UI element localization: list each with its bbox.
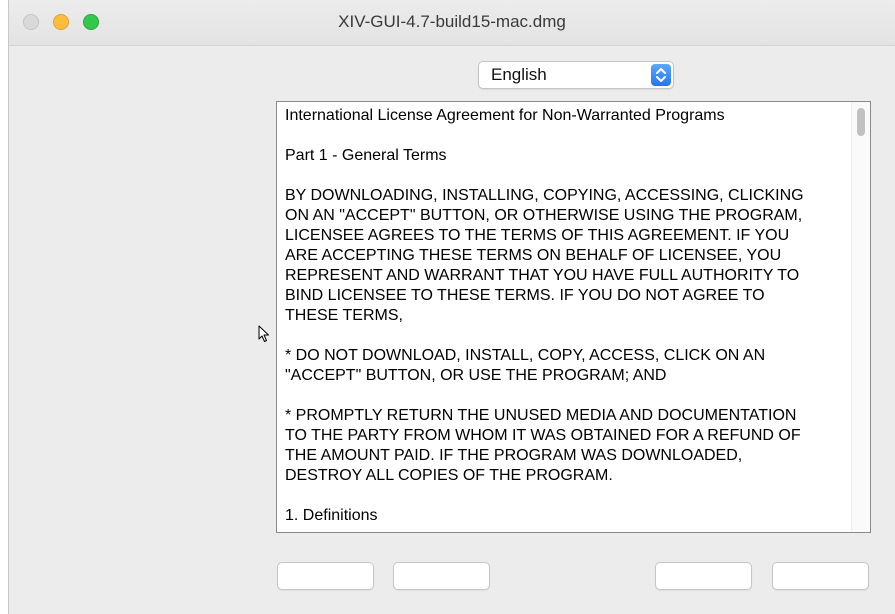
vertical-scrollbar[interactable] [851,102,870,532]
button-2[interactable] [393,562,490,590]
license-paragraph: 1. Definitions [285,507,378,524]
language-select-value: English [491,65,547,84]
title-bar[interactable]: XIV-GUI-4.7-build15-mac.dmg [9,0,895,46]
select-arrows-icon [651,64,671,86]
mouse-pointer-icon [258,325,270,348]
license-text: International License Agreement for Non-… [285,106,850,532]
button-4[interactable] [772,562,869,590]
license-heading: International License Agreement for Non-… [285,107,725,124]
license-paragraph: * PROMPTLY RETURN THE UNUSED MEDIA AND D… [285,407,801,484]
language-select[interactable]: English [478,61,674,89]
license-paragraph: * DO NOT DOWNLOAD, INSTALL, COPY, ACCESS… [285,347,766,384]
button-3[interactable] [655,562,752,590]
window-title: XIV-GUI-4.7-build15-mac.dmg [338,12,566,31]
scrollbar-thumb[interactable] [857,108,865,136]
license-paragraph: BY DOWNLOADING, INSTALLING, COPYING, ACC… [285,187,804,324]
license-text-area[interactable]: International License Agreement for Non-… [276,101,871,533]
button-1[interactable] [277,562,374,590]
license-paragraph: Part 1 - General Terms [285,147,447,164]
